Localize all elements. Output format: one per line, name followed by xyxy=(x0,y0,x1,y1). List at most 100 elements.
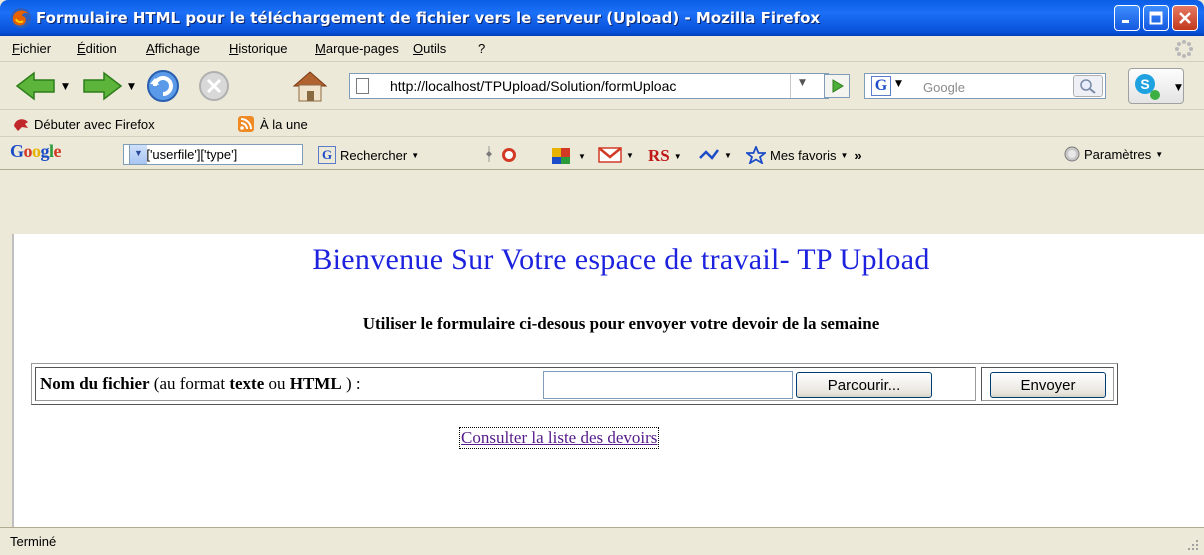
go-button[interactable] xyxy=(824,74,850,98)
page-heading: Bienvenue Sur Votre espace de travail- T… xyxy=(312,243,930,276)
send-button[interactable]: Envoyer xyxy=(990,372,1106,398)
chevron-down-icon: ▼ xyxy=(673,151,682,161)
go-arrow-icon xyxy=(832,79,844,93)
minimize-icon xyxy=(1115,6,1139,30)
minimize-button[interactable] xyxy=(1114,5,1140,31)
file-label-text: (au format xyxy=(149,374,230,393)
google-query-dropdown[interactable]: ▼ xyxy=(129,145,147,164)
home-icon[interactable] xyxy=(290,68,330,104)
file-label-bold: Nom du fichier xyxy=(40,374,150,393)
chevron-down-icon: ▼ xyxy=(411,150,420,160)
google-logo[interactable]: Google xyxy=(10,141,62,162)
firefox-dino-icon xyxy=(14,119,28,131)
browser-window: Formulaire HTML pour le téléchargement d… xyxy=(0,0,1204,555)
gmail-icon xyxy=(598,147,622,163)
throbber-icon xyxy=(1175,40,1193,58)
maximize-icon xyxy=(1144,6,1168,30)
google-engine-icon[interactable]: G xyxy=(871,76,891,96)
file-path-input[interactable] xyxy=(543,371,793,399)
back-dropdown-icon[interactable]: ▼ xyxy=(62,82,69,92)
favorites-button[interactable]: Mes favoris ▼ » xyxy=(746,146,862,164)
chevron-down-icon: ▼ xyxy=(1155,149,1164,159)
submit-cell: Envoyer xyxy=(981,367,1114,401)
window-title: Formulaire HTML pour le téléchargement d… xyxy=(36,9,821,27)
assignments-list-link[interactable]: Consulter la liste des devoirs xyxy=(458,427,660,449)
google-g-icon: G xyxy=(318,146,336,164)
puzzle-icon xyxy=(552,148,570,164)
favorites-label: Mes favoris xyxy=(770,147,837,163)
google-toolbar: Google ES['userfile']['type'] ▼ G Recher… xyxy=(0,137,1204,170)
title-bar[interactable]: Formulaire HTML pour le téléchargement d… xyxy=(0,0,1204,36)
forward-dropdown-icon[interactable]: ▼ xyxy=(128,82,135,92)
gmail-button[interactable]: ▼ xyxy=(598,146,634,164)
spellcheck-icon xyxy=(699,149,719,160)
url-history-dropdown[interactable]: ▼ xyxy=(790,74,828,98)
magnifier-icon xyxy=(1080,79,1096,94)
page-icon xyxy=(356,78,369,94)
spellcheck-button[interactable]: ▼ xyxy=(698,146,732,164)
close-button[interactable] xyxy=(1172,5,1198,31)
settings-circle-icon xyxy=(1064,146,1080,162)
upload-field-cell: Nom du fichier (au format texte ou HTML … xyxy=(35,367,976,401)
status-bar: Terminé xyxy=(0,527,1204,555)
bookmark-label: Débuter avec Firefox xyxy=(34,116,155,132)
file-label-text: ) : xyxy=(341,374,361,393)
menu-historique[interactable]: Historique xyxy=(229,41,288,56)
rs-button[interactable]: RS ▼ xyxy=(648,146,682,166)
skype-button[interactable]: S ▼ xyxy=(1128,68,1184,104)
chevron-down-icon: ▼ xyxy=(840,150,849,160)
forward-arrow-icon[interactable] xyxy=(80,70,124,102)
resize-grip-icon[interactable] xyxy=(1186,538,1200,552)
chevron-down-icon: ▼ xyxy=(626,150,634,160)
url-text[interactable]: http://localhost/TPUpload/Solution/formU… xyxy=(390,78,782,94)
firefox-logo-icon xyxy=(11,8,31,28)
star-icon xyxy=(746,146,766,164)
pagerank-icon xyxy=(502,148,516,162)
engine-dropdown-icon[interactable]: ▼ xyxy=(895,79,902,89)
bookmark-getting-started[interactable]: Débuter avec Firefox xyxy=(12,116,155,132)
status-text: Terminé xyxy=(10,534,57,549)
chevron-down-icon: ▼ xyxy=(134,148,143,158)
search-box[interactable]: G ▼ Google xyxy=(864,73,1106,99)
chevron-down-icon: ▼ xyxy=(578,151,586,161)
pagerank-button[interactable] xyxy=(498,146,520,164)
google-search-input[interactable]: ES['userfile']['type'] ▼ xyxy=(123,144,303,165)
url-bar[interactable]: http://localhost/TPUpload/Solution/formU… xyxy=(349,73,829,99)
more-chevron-icon[interactable]: » xyxy=(854,148,861,163)
menu-help[interactable]: ? xyxy=(478,41,485,56)
skype-icon: S ▼ xyxy=(1135,74,1182,100)
navigation-toolbar: ▼ ▼ http://localhost/TPUpload/Solution/f… xyxy=(0,62,1204,110)
file-label-text: ou xyxy=(264,374,290,393)
search-button[interactable] xyxy=(1073,75,1103,97)
rs-label: RS xyxy=(648,146,670,165)
format-text-bold: texte xyxy=(229,374,265,393)
toolbar-separator xyxy=(484,146,494,162)
reload-icon[interactable] xyxy=(144,68,182,104)
maximize-button[interactable] xyxy=(1143,5,1169,31)
google-search-label: Rechercher xyxy=(340,147,408,163)
settings-button[interactable]: Paramètres ▼ xyxy=(1064,146,1163,162)
close-icon xyxy=(1173,6,1197,30)
separator-icon xyxy=(486,146,492,162)
toolbar-extension-button[interactable]: ▼ xyxy=(550,146,586,166)
chevron-down-icon: ▼ xyxy=(724,150,732,160)
menu-edition[interactable]: Édition xyxy=(77,41,117,56)
back-arrow-icon[interactable] xyxy=(14,70,58,102)
upload-form: Nom du fichier (au format texte ou HTML … xyxy=(31,363,1118,405)
browse-button[interactable]: Parcourir... xyxy=(796,372,932,398)
menu-marque-pages[interactable]: Marque-pages xyxy=(315,41,399,56)
menu-fichier[interactable]: Fichier xyxy=(12,41,51,56)
svg-text:▼: ▼ xyxy=(1175,83,1182,93)
bookmark-headlines[interactable]: À la une xyxy=(238,116,308,132)
google-search-button[interactable]: G Rechercher ▼ xyxy=(318,146,419,164)
search-placeholder[interactable]: Google xyxy=(923,80,965,95)
menu-affichage[interactable]: Affichage xyxy=(146,41,200,56)
menu-bar: Fichier Édition Affichage Historique Mar… xyxy=(0,36,1204,62)
menu-outils[interactable]: Outils xyxy=(413,41,446,56)
rss-icon xyxy=(238,116,254,132)
svg-text:S: S xyxy=(1140,76,1149,92)
stop-icon[interactable] xyxy=(196,69,232,103)
format-html-bold: HTML xyxy=(289,374,342,393)
bookmarks-toolbar: Débuter avec Firefox À la une xyxy=(0,110,1204,137)
file-label: Nom du fichier (au format texte ou HTML … xyxy=(40,374,361,394)
